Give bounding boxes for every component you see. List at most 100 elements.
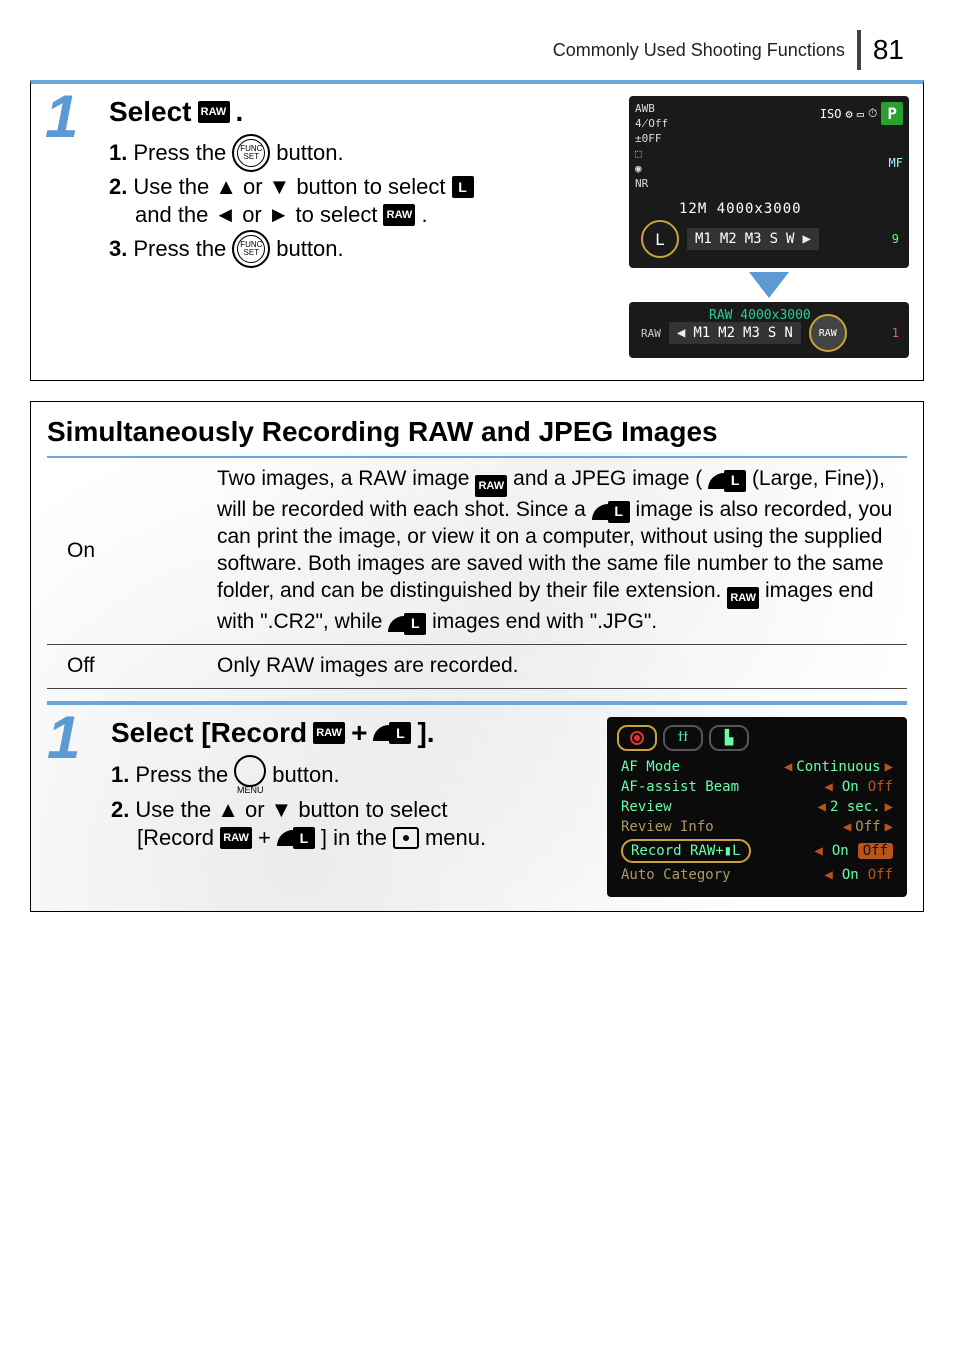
raw-icon: RAW <box>475 475 507 497</box>
s1-t1: Press the <box>133 140 226 166</box>
s3-t2: button. <box>276 236 343 262</box>
jpeg-fine-icon: L <box>373 722 411 744</box>
mf-icon: MF <box>889 156 903 170</box>
raw-icon: RAW <box>313 722 345 744</box>
s2-or: or <box>245 797 265 823</box>
txt: images end with ".JPG". <box>432 610 657 633</box>
frame-icon: ▭ <box>857 107 864 121</box>
lcd1-size: 12M 4000x3000 <box>679 201 802 217</box>
s2-t1: Use the <box>133 174 209 200</box>
shots-remaining: 1 <box>892 326 899 340</box>
opt-m1: M1 <box>695 231 712 247</box>
menu-lcd-preview: ϯϯ ▙ AF Mode ◀Continuous▶ AF-assist Beam ◀O… <box>607 717 907 897</box>
step1-box: 1 Select RAW . 1. Press the FUNC SET but… <box>30 80 924 381</box>
lcd2-options: ◀ M1 M2 M3 S N <box>669 322 801 344</box>
step2-title: Select [Record RAW + L ]. <box>111 717 591 749</box>
s1-t1: Press the <box>135 762 228 788</box>
s2-t1: Use the <box>135 797 211 823</box>
menu-tabs: ϯϯ ▙ <box>617 725 897 751</box>
drive-icon: ⬚ <box>635 147 668 160</box>
jpeg-fine-icon: L <box>592 501 630 523</box>
up-arrow-icon: ▲ <box>215 174 237 200</box>
s2-t3: [Record <box>137 825 214 851</box>
lcd-preview-stack: AWB 4̸Off ±0FF ⬚ ◉ NR ISO ⚙ ▭ ⏱ P MF 12M… <box>629 96 909 358</box>
menu-value: ◀2 sec.▶ <box>818 799 893 815</box>
raw-left-label: RAW <box>641 327 661 340</box>
menu-key: Review Info <box>621 819 714 835</box>
menu-value: ◀OnOff <box>814 843 893 859</box>
t2b: ]. <box>417 717 434 749</box>
on-description: Two images, a RAW image RAW and a JPEG i… <box>207 458 907 644</box>
step1-title-period: . <box>236 96 244 128</box>
s2-num: 2. <box>111 797 129 823</box>
menu-value: ◀Continuous▶ <box>784 759 893 775</box>
menu-row: Review◀2 sec.▶ <box>617 797 897 817</box>
page-header: Commonly Used Shooting Functions 81 <box>30 30 924 70</box>
opt-m2: M2 <box>720 231 737 247</box>
section-title: Commonly Used Shooting Functions <box>553 40 845 61</box>
raw-jpeg-section: Simultaneously Recording RAW and JPEG Im… <box>30 401 924 912</box>
section-heading: Simultaneously Recording RAW and JPEG Im… <box>47 416 907 458</box>
l-size-icon: L <box>608 501 630 523</box>
s1-t2: button. <box>272 762 339 788</box>
iso-icon: ISO <box>820 107 842 121</box>
opt-m3: M3 <box>743 325 760 341</box>
lcd-preview-1: AWB 4̸Off ±0FF ⬚ ◉ NR ISO ⚙ ▭ ⏱ P MF 12M… <box>629 96 909 268</box>
l-size-icon: L <box>452 176 474 198</box>
metering-icon: ◉ <box>635 162 668 175</box>
opt-w: W <box>786 231 794 247</box>
left-arrow-icon: ◄ <box>214 202 236 228</box>
option-table: On Two images, a RAW image RAW and a JPE… <box>47 458 907 688</box>
lcd1-left-icons: AWB 4̸Off ±0FF ⬚ ◉ NR <box>635 102 668 190</box>
menu-key: AF-assist Beam <box>621 779 739 795</box>
menu-key: AF Mode <box>621 759 680 775</box>
selected-raw-icon: RAW <box>809 314 847 352</box>
step2-box: 1 Select [Record RAW + L ]. 1. Press the… <box>47 701 907 897</box>
on-label: On <box>47 458 207 644</box>
menu-key: Record RAW+▮L <box>621 839 751 863</box>
step1-sub1: 1. Press the FUNC SET button. <box>109 134 613 172</box>
s2-t4: to select <box>296 202 378 228</box>
t2plus: + <box>351 717 367 749</box>
menu-row: Auto Category◀OnOff <box>617 865 897 885</box>
up-arrow-icon: ▲ <box>217 797 239 823</box>
s2-t2: button to select <box>298 797 447 823</box>
raw-icon: RAW <box>383 204 415 226</box>
lcd1-right-icons: ISO ⚙ ▭ ⏱ P <box>820 102 903 125</box>
step1-title: Select RAW . <box>109 96 613 128</box>
tab-camera <box>617 725 657 751</box>
right-arrow-icon: ► <box>268 202 290 228</box>
opt-s: S <box>768 325 776 341</box>
timer-icon: ⏱ <box>868 106 877 121</box>
s2-or: or <box>243 174 263 200</box>
s2-t5: menu. <box>425 825 486 851</box>
opt-n: N <box>784 325 792 341</box>
flash-off-icon: 4̸Off <box>635 117 668 130</box>
menu-value: ◀OnOff <box>824 867 893 883</box>
opt-m2: M2 <box>718 325 735 341</box>
l-size-icon: L <box>724 470 746 492</box>
raw-icon: RAW <box>198 101 230 123</box>
step2-sub1: 1. Press the MENU button. <box>111 755 591 795</box>
tab-person: ▙ <box>709 725 749 751</box>
s2-num: 2. <box>109 174 127 200</box>
step2-sub2b: [Record RAW + L ] in the menu. <box>111 825 591 851</box>
s1-t2: button. <box>276 140 343 166</box>
lcd-preview-2: RAW 4000x3000 RAW ◀ M1 M2 M3 S N RAW 1 <box>629 302 909 358</box>
menu-value: ◀OnOff <box>824 779 893 795</box>
s3-t1: Press the <box>133 236 226 262</box>
txt: and a JPEG image ( <box>513 467 702 490</box>
l-size-icon: L <box>404 613 426 635</box>
menu-row: AF-assist Beam ◀OnOff <box>617 777 897 797</box>
exposure-icon: ±0FF <box>635 132 668 145</box>
lcd1-selector: L M1 M2 M3 S W ▶ 9 <box>641 220 899 258</box>
step1-number: 1 <box>45 96 93 138</box>
menu-row: Record RAW+▮L ◀OnOff <box>617 837 897 865</box>
table-row: Off Only RAW images are recorded. <box>47 644 907 688</box>
menu-row: Review Info◀Off▶ <box>617 817 897 837</box>
menu-row: AF Mode ◀Continuous▶ <box>617 757 897 777</box>
step2-sub2a: 2. Use the ▲ or ▼ button to select <box>111 797 591 823</box>
chevron-down-icon <box>749 272 789 298</box>
lcd1-options: M1 M2 M3 S W ▶ <box>687 228 819 250</box>
s1-num: 1. <box>109 140 127 166</box>
